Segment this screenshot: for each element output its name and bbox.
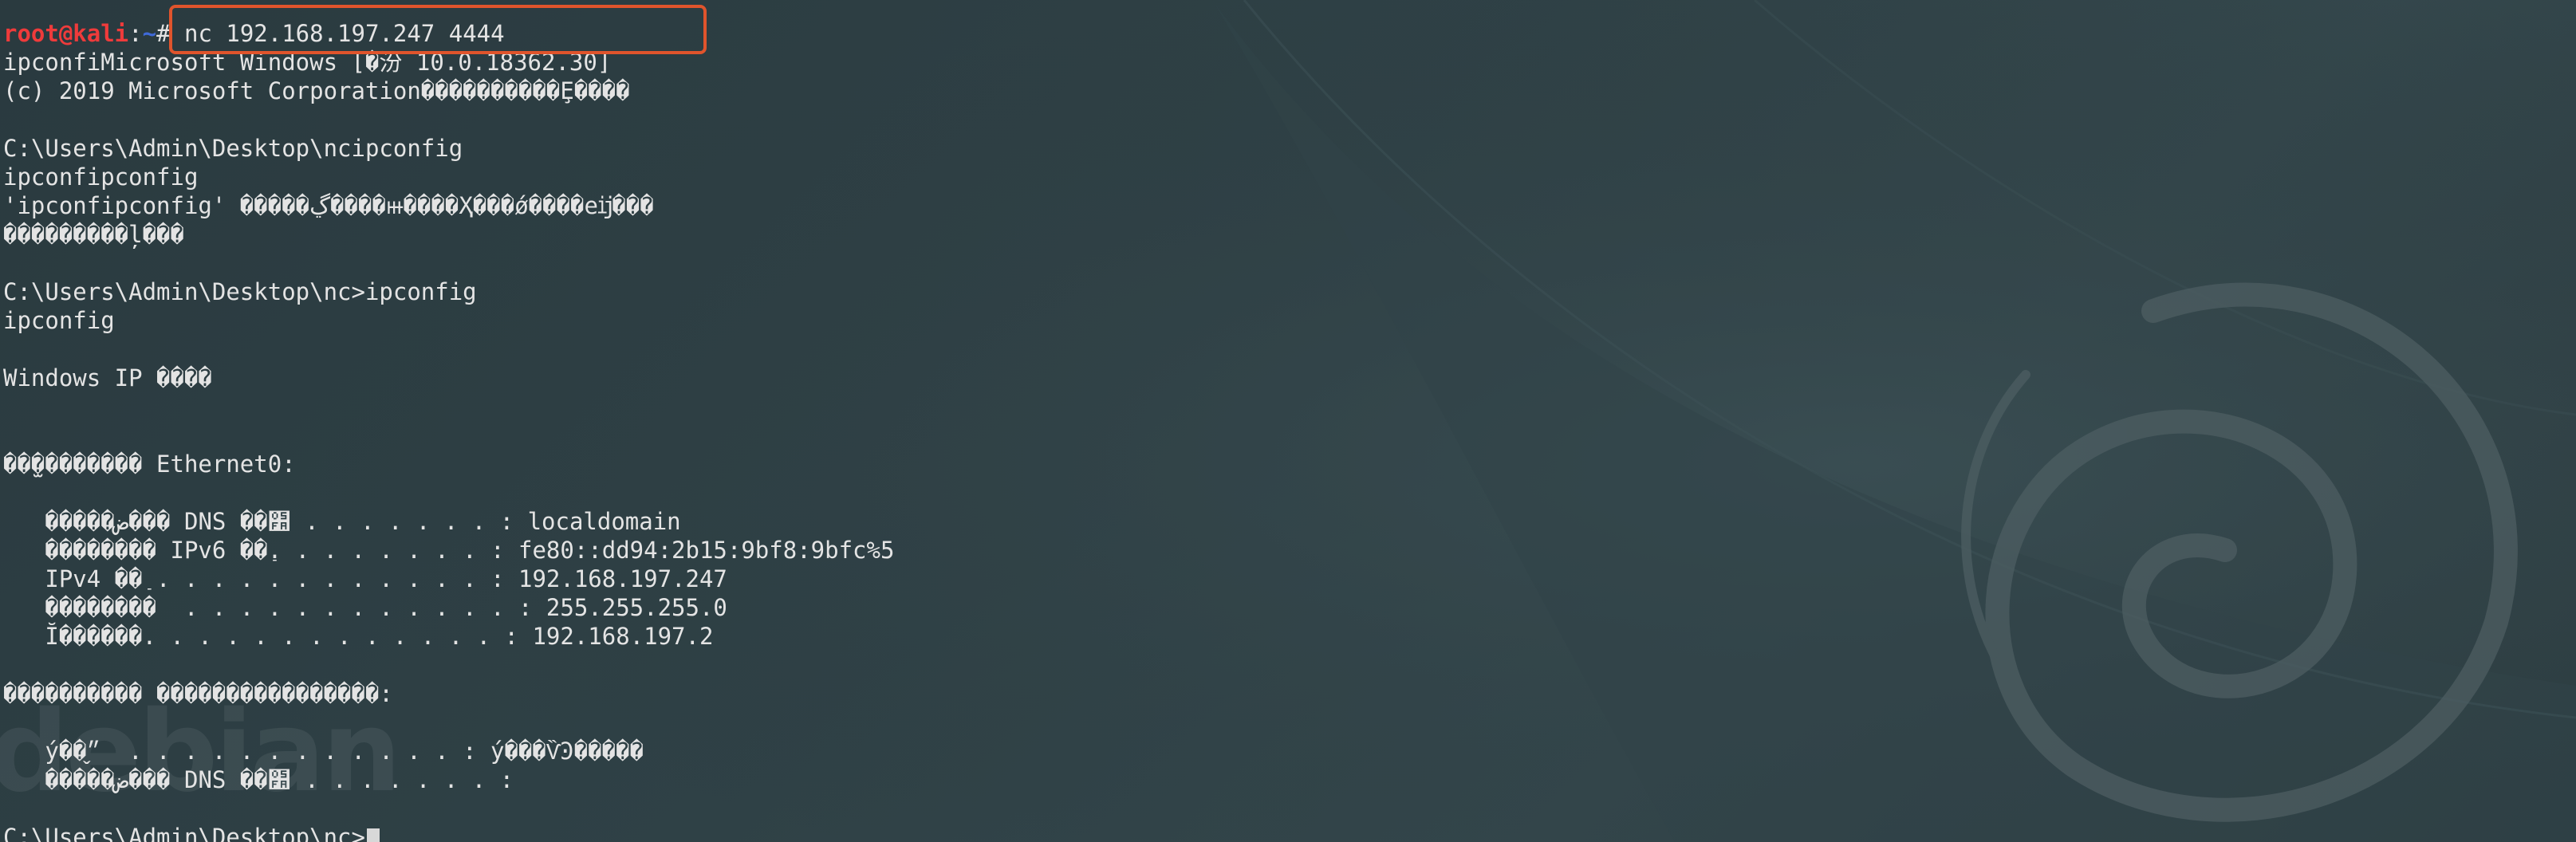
output-line: ���������� ����������������: — [3, 680, 393, 707]
output-line: �������� . . . . . . . . . . . . : 255.2… — [3, 594, 727, 621]
current-prompt-line[interactable]: C:\Users\Admin\Desktop\nc> — [3, 823, 380, 842]
current-prompt-text: C:\Users\Admin\Desktop\nc> — [3, 824, 365, 842]
output-line: ���������ļ��� — [3, 221, 184, 248]
prompt-user-host: root@kali — [3, 20, 129, 47]
output-line: C:\Users\Admin\Desktop\nc>ipconfig — [3, 278, 477, 305]
output-line: Ĭ������. . . . . . . . . . . . . : 192.1… — [3, 623, 714, 650]
output-line: C:\Users\Admin\Desktop\ncipconfig — [3, 135, 463, 162]
output-line: ý��״̬ . . . . . . . . . . . . : ý���ѶϿ��… — [3, 738, 644, 765]
text-cursor — [366, 828, 380, 842]
output-line: ipconfipconfig — [3, 163, 199, 191]
terminal-window[interactable]: root@kali:~# nc 192.168.197.247 4444 ipc… — [0, 0, 2576, 842]
command-highlight-box — [169, 5, 707, 54]
output-line: Windows IP ���� — [3, 364, 212, 391]
prompt-path: ~ — [142, 20, 157, 47]
output-line: 'ipconfipconfig' �����ڲ����ⲿ����Ҳ���ǿ���… — [3, 192, 654, 219]
output-line: ipconfig — [3, 307, 115, 334]
output-line: IPv4 ��ַ . . . . . . . . . . . . : 192.1… — [3, 565, 727, 592]
output-line: �����ض��� DNS ��׺ . . . . . . . : locald… — [3, 508, 681, 535]
output-line: �������� IPv6 ��ַ. . . . . . . . : fe80:… — [3, 537, 895, 564]
output-line: ��̫�������� Ethernet0: — [3, 451, 296, 478]
prompt-separator: : — [128, 20, 143, 47]
output-line: (c) 2019 Microsoft Corporation����������… — [3, 77, 630, 104]
output-line: �����ض��� DNS ��׺ . . . . . . . : — [3, 766, 514, 793]
